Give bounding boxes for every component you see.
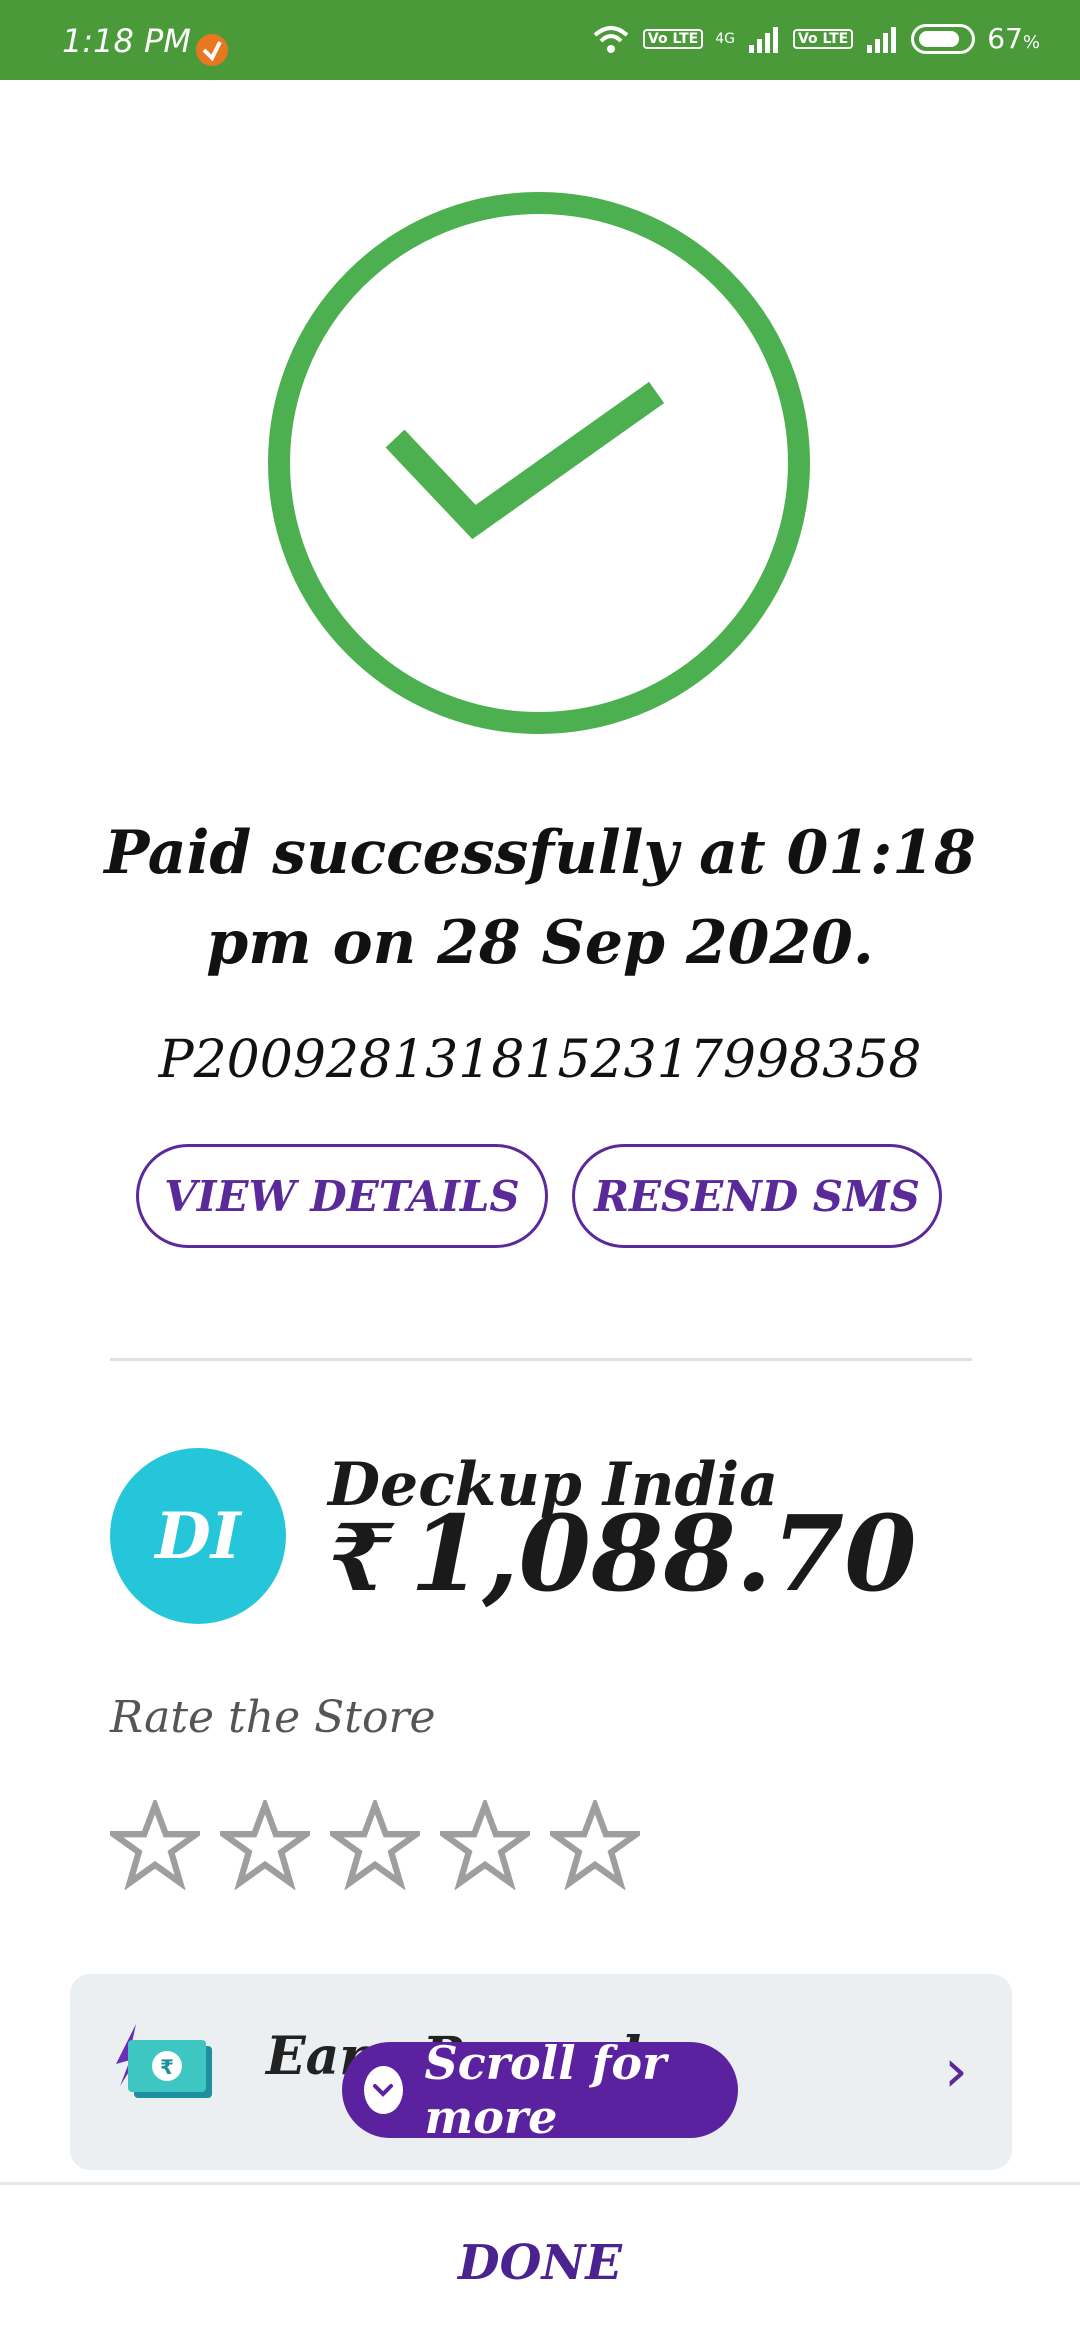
- chevron-down-icon: [364, 2066, 403, 2114]
- payment-status-text: Paid successfully at 01:18 pm on 28 Sep …: [104, 818, 976, 978]
- wifi-icon: [593, 25, 629, 53]
- svg-text:₹: ₹: [160, 2055, 174, 2079]
- star-icon-4[interactable]: [440, 1800, 530, 1890]
- payment-amount: ₹ 1,088.70: [328, 1492, 917, 1615]
- amount-value: 1,088.70: [410, 1492, 917, 1615]
- store-avatar: DI: [110, 1448, 286, 1624]
- volte-badge-1: Vo LTE: [642, 28, 704, 49]
- status-bar: 1:18 PM Vo LTE 4G Vo LTE 67%: [0, 0, 1080, 80]
- chevron-right-icon: ›: [944, 2036, 968, 2106]
- app-notification-icon: [196, 34, 228, 66]
- success-check-icon: [268, 192, 810, 734]
- star-icon-5[interactable]: [550, 1800, 640, 1890]
- star-icon-1[interactable]: [110, 1800, 200, 1890]
- scroll-for-more-button[interactable]: Scroll for more: [342, 2036, 738, 2144]
- resend-sms-button[interactable]: RESEND SMS: [572, 1144, 942, 1248]
- done-button[interactable]: DONE: [0, 2218, 1080, 2308]
- status-icons: Vo LTE 4G Vo LTE 67%: [591, 22, 1040, 55]
- divider: [110, 1358, 972, 1361]
- network-type: 4G: [715, 30, 735, 47]
- star-icon-2[interactable]: [220, 1800, 310, 1890]
- transaction-id: P2009281318152317998358: [158, 1030, 922, 1090]
- battery-level: 67%: [987, 22, 1040, 55]
- volte-badge-2: Vo LTE: [792, 28, 854, 49]
- battery-icon: [911, 23, 976, 54]
- rate-store-label: Rate the Store: [110, 1692, 436, 1743]
- scroll-for-more-label: Scroll for more: [424, 2036, 667, 2144]
- rating-stars: [110, 1800, 640, 1890]
- cash-rupee-icon: ₹: [116, 2024, 212, 2098]
- rupee-symbol: ₹: [328, 1504, 393, 1612]
- view-details-button[interactable]: VIEW DETAILS: [136, 1144, 548, 1248]
- signal-icon: [748, 26, 778, 53]
- signal-icon-2: [867, 26, 897, 53]
- status-time: 1:18 PM: [62, 22, 191, 60]
- star-icon-3[interactable]: [330, 1800, 420, 1890]
